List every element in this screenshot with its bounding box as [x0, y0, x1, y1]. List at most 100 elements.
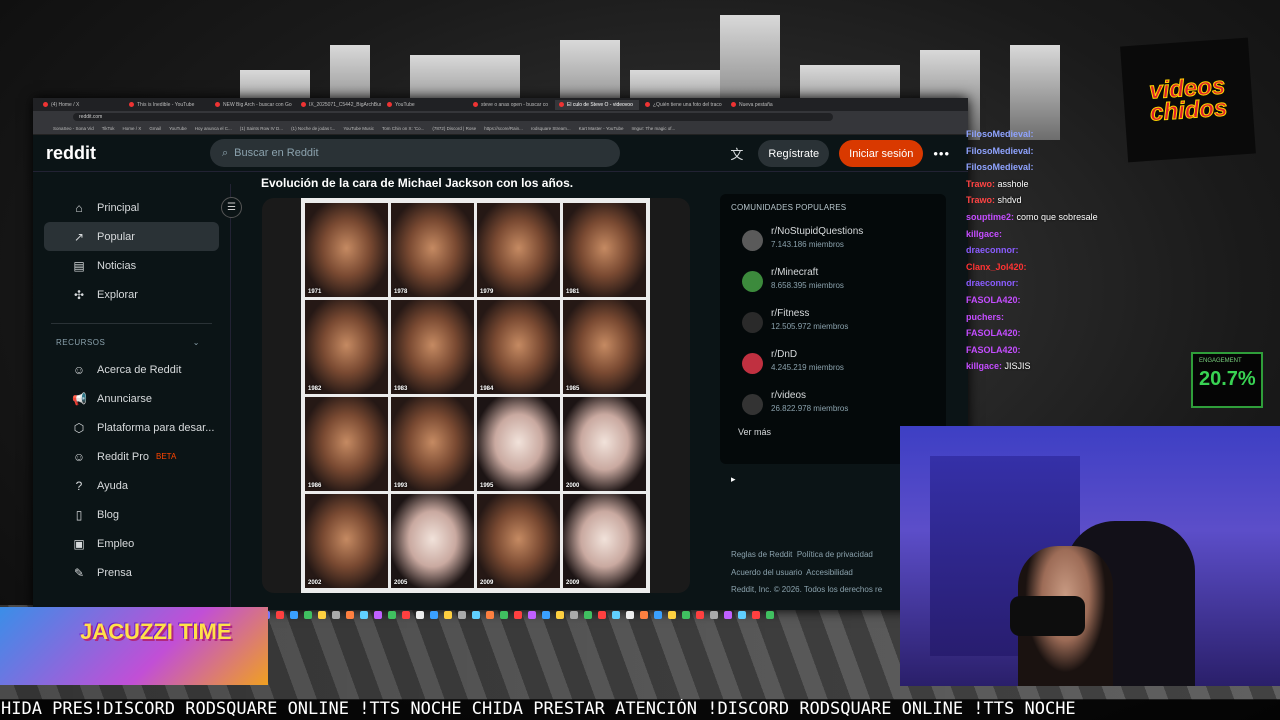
browser-tab[interactable]: El culo de Steve O - videovoo [555, 99, 639, 110]
url-text[interactable]: reddit.com [73, 113, 833, 121]
taskbar-app-icon[interactable] [724, 611, 732, 619]
resource-item[interactable]: ▣ Empleo [44, 529, 219, 558]
resource-item[interactable]: 📢 Anunciarse [44, 384, 219, 413]
community-item[interactable]: r/NoStupidQuestions 7.143.186 miembros [731, 226, 935, 267]
taskbar-app-icon[interactable] [668, 611, 676, 619]
taskbar-app-icon[interactable] [542, 611, 550, 619]
accessibility-link[interactable]: Accesibilidad [806, 568, 853, 577]
chevron-down-icon[interactable]: ⌄ [193, 338, 200, 347]
taskbar-app-icon[interactable] [766, 611, 774, 619]
browser-tab[interactable]: IX_2025071_C5442_BigArchBur [297, 100, 381, 110]
more-options-icon[interactable]: ••• [933, 146, 950, 161]
bookmark-item[interactable]: (1) Saints Row IV D... [240, 126, 283, 131]
bookmark-item[interactable]: YouTube Music [343, 126, 374, 131]
nav-item-principal[interactable]: ⌂ Principal [44, 193, 219, 222]
taskbar-app-icon[interactable] [486, 611, 494, 619]
left-sidebar: ⌂ Principal ↗ Popular ▤ Noticias ✣ Explorar REC… [33, 184, 231, 610]
agreement-link[interactable]: Acuerdo del usuario [731, 568, 802, 577]
privacy-link[interactable]: Política de privacidad [797, 550, 873, 559]
nav-item-explorar[interactable]: ✣ Explorar [44, 280, 219, 309]
taskbar-app-icon[interactable] [444, 611, 452, 619]
bookmark-item[interactable]: rodsquare Stream... [531, 126, 571, 131]
browser-tab[interactable]: (4) Home / X [39, 100, 123, 110]
taskbar-app-icon[interactable] [416, 611, 424, 619]
taskbar-app-icon[interactable] [584, 611, 592, 619]
taskbar-app-icon[interactable] [752, 611, 760, 619]
bookmark-item[interactable]: https://score/Rain... [484, 126, 523, 131]
taskbar-app-icon[interactable] [556, 611, 564, 619]
browser-tab[interactable]: This is Inedible - YouTube [125, 100, 209, 110]
taskbar-app-icon[interactable] [388, 611, 396, 619]
bookmark-item[interactable]: (7872) Discord | Rose [432, 126, 476, 131]
taskbar-app-icon[interactable] [570, 611, 578, 619]
taskbar-app-icon[interactable] [402, 611, 410, 619]
resource-item[interactable]: ☺ Acerca de Reddit [44, 355, 219, 384]
nav-item-popular[interactable]: ↗ Popular [44, 222, 219, 251]
taskbar-app-icon[interactable] [318, 611, 326, 619]
nav-item-label: Popular [97, 230, 135, 243]
resources-header[interactable]: RECURSOS ⌄ [33, 338, 230, 355]
resource-item[interactable]: ✎ Prensa [44, 558, 219, 587]
resource-item[interactable]: ▯ Blog [44, 500, 219, 529]
taskbar-app-icon[interactable] [374, 611, 382, 619]
taskbar-app-icon[interactable] [360, 611, 368, 619]
chat-username: FASOLA420: [966, 328, 1021, 339]
taskbar-app-icon[interactable] [304, 611, 312, 619]
community-item[interactable]: r/videos 26.822.978 miembros [731, 390, 935, 431]
community-item[interactable]: r/Minecraft 8.658.395 miembros [731, 267, 935, 308]
taskbar-app-icon[interactable] [290, 611, 298, 619]
nav-item-noticias[interactable]: ▤ Noticias [44, 251, 219, 280]
taskbar-app-icon[interactable] [528, 611, 536, 619]
collapse-sidebar-button[interactable]: ☰ [221, 197, 242, 218]
resource-item[interactable]: ⬡ Plataforma para desar... [44, 413, 219, 442]
bookmark-item[interactable]: Tom Chin on X: 'Co... [382, 126, 424, 131]
resource-item[interactable]: ☺ Reddit Pro BETA [44, 442, 219, 471]
communities-title: COMUNIDADES POPULARES [731, 203, 847, 212]
taskbar-app-icon[interactable] [654, 611, 662, 619]
bookmark-item[interactable]: Hoy anunca el C... [195, 126, 232, 131]
community-item[interactable]: r/Fitness 12.505.972 miembros [731, 308, 935, 349]
taskbar-app-icon[interactable] [682, 611, 690, 619]
search-input[interactable]: ⌕ Buscar en Reddit [210, 139, 620, 167]
taskbar-app-icon[interactable] [346, 611, 354, 619]
post-image[interactable]: 1971 1978 1979 1981 1982 1983 1984 1985 1986 1993… [262, 198, 690, 593]
photo-year: 1984 [480, 386, 494, 392]
taskbar-app-icon[interactable] [612, 611, 620, 619]
taskbar-app-icon[interactable] [332, 611, 340, 619]
chat-username: puchers: [966, 311, 1005, 322]
browser-tab[interactable]: steve o anas open - buscar co [469, 100, 553, 110]
taskbar-app-icon[interactable] [696, 611, 704, 619]
address-bar[interactable]: reddit.com [33, 111, 968, 123]
taskbar-app-icon[interactable] [710, 611, 718, 619]
taskbar-app-icon[interactable] [640, 611, 648, 619]
taskbar-app-icon[interactable] [738, 611, 746, 619]
community-item[interactable]: r/DnD 4.245.219 miembros [731, 349, 935, 390]
reddit-logo[interactable]: reddit [46, 143, 210, 164]
bookmark-item[interactable]: Gmail [149, 126, 161, 131]
taskbar-app-icon[interactable] [276, 611, 284, 619]
bookmark-item[interactable]: TikTok [102, 126, 115, 131]
taskbar-app-icon[interactable] [430, 611, 438, 619]
taskbar-app-icon[interactable] [458, 611, 466, 619]
taskbar-app-icon[interactable] [598, 611, 606, 619]
bookmark-item[interactable]: YouTube [169, 126, 187, 131]
rules-link[interactable]: Reglas de Reddit [731, 550, 792, 559]
bookmark-item[interactable]: Home / X [123, 126, 142, 131]
taskbar-app-icon[interactable] [626, 611, 634, 619]
login-button[interactable]: Iniciar sesión [839, 140, 924, 167]
taskbar-app-icon[interactable] [514, 611, 522, 619]
browser-tab[interactable]: NEW Big Arch - buscar con Go [211, 100, 295, 110]
post-title[interactable]: Evolución de la cara de Michael Jackson … [261, 176, 573, 190]
browser-tab[interactable]: ¿Quién tiene una foto del traco [641, 100, 725, 110]
translate-icon[interactable]: 文 [730, 144, 748, 163]
taskbar-app-icon[interactable] [472, 611, 480, 619]
bookmark-item[interactable]: Imgur: The magic of... [632, 126, 676, 131]
resource-item[interactable]: ? Ayuda [44, 471, 219, 500]
register-button[interactable]: Regístrate [758, 140, 830, 167]
bookmark-item[interactable]: SonaSeo - Sona Vid [53, 126, 94, 131]
bookmark-item[interactable]: (1) Noche de jodas t... [291, 126, 335, 131]
taskbar-app-icon[interactable] [500, 611, 508, 619]
browser-tab[interactable]: Nueva pestaña [727, 100, 811, 110]
bookmark-item[interactable]: Kart Master - YouTube [579, 126, 624, 131]
browser-tab[interactable]: YouTube [383, 100, 467, 110]
